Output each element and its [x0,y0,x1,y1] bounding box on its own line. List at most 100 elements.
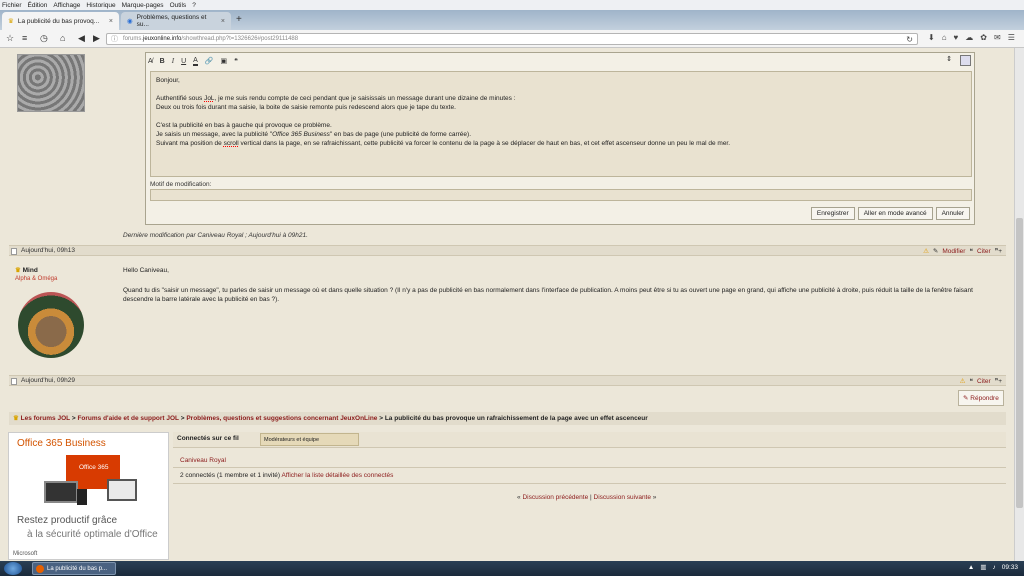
edit-icon: ✎ [932,248,939,255]
reload-icon[interactable]: ↻ [906,34,913,45]
home-icon[interactable]: ⌂ [60,33,65,43]
tablet-image [107,479,137,501]
post-username[interactable]: ♛ Mind [15,266,38,274]
phone-image [77,489,87,505]
message-textarea[interactable]: Bonjour, Authentifié sous JoL, je me sui… [150,71,972,177]
tab-close-icon[interactable]: × [109,18,113,25]
tab-active[interactable]: ♛ La publicité du bas provoq... × [2,12,119,30]
modify-link[interactable]: Modifier [942,248,965,255]
quote-icon[interactable]: ❝ [234,57,238,65]
username-text: Mind [22,267,38,274]
breadcrumb-link[interactable]: Forums d'aide et de support JOL [77,415,178,422]
office365-ad[interactable]: Office 365 Business Office 365 Restez pr… [8,432,169,560]
cancel-button[interactable]: Annuler [935,207,970,220]
report-icon[interactable]: ⚠ [923,247,929,255]
post-date: Aujourd'hui, 09h13 [21,247,76,254]
connected-count: 2 connectés (1 membre et 1 invité) [180,472,281,479]
post-icon [11,248,17,255]
editor-right-tools: ⇕ [946,55,971,66]
last-edit-note: Dernière modification par Caniveau Royal… [123,232,308,239]
ad-title: Office 365 Business [17,438,106,449]
editor-line: C'est la publicité en bas à gauche qui p… [156,122,332,129]
save-button[interactable]: Enregistrer [810,207,855,220]
hamburger-menu-icon[interactable]: ☰ [1008,33,1015,42]
tab-active-title: La publicité du bas provoq... [17,17,100,25]
editor-toolbar: A̸ B I U A 🔗 ▣ ❝ [148,55,238,67]
connected-list-link[interactable]: Afficher la liste détaillée des connecté… [282,472,394,479]
previous-discussion-link[interactable]: Discussion précédente [522,494,588,501]
forward-button[interactable]: ▶ [93,33,100,44]
home-toolbar-icon[interactable]: ⌂ [942,33,947,42]
post-greeting: Hello Caniveau, [123,267,169,274]
user-rank: Alpha & Oméga [15,276,58,282]
image-icon[interactable]: ▣ [221,57,228,65]
connected-title: Connectés sur ce fil [177,435,239,442]
new-tab-button[interactable]: + [236,14,242,25]
tab-inactive[interactable]: ◉ Problèmes, questions et su... × [121,12,231,30]
tray-arrow-icon[interactable]: ▲ [968,564,974,571]
link-icon[interactable]: 🔗 [205,57,214,65]
pocket-icon[interactable]: ♥ [954,33,959,42]
jol-crown-icon: ♛ [13,415,19,422]
advanced-mode-button[interactable]: Aller en mode avancé [857,207,933,220]
multiquote-icon[interactable]: ❞+ [995,247,1002,255]
history-icon[interactable]: ◷ [40,33,48,44]
clock[interactable]: 09:33 [1002,564,1018,571]
next-discussion-link[interactable]: Discussion suivante [594,494,651,501]
post: ♛ Mind Alpha & Oméga Hello Caniveau, Qua… [9,262,1006,378]
underline-icon[interactable]: U [181,58,186,65]
source-mode-icon[interactable] [960,55,971,66]
bookmark-star-icon[interactable]: ☆ [6,33,14,44]
menu-marque-pages[interactable]: Marque-pages [122,2,164,9]
reply-label: Répondre [970,395,999,402]
remove-format-icon[interactable]: A̸ [148,58,153,65]
menu-fichier[interactable]: Fichier [2,2,22,9]
ad-box-label: Office 365 [79,464,109,471]
quote-icon: ❝ [969,248,973,255]
breadcrumb: ♛ Les forums JOL > Forums d'aide et de s… [9,412,1006,425]
user-avatar [18,292,84,358]
url-bar[interactable]: ⓘ forums.jeuxonline.info/showthread.php?… [106,33,918,45]
connected-users-box: Connectés sur ce fil Modérateurs et équi… [173,432,1006,484]
chrome-favicon-icon: ◉ [127,18,133,25]
connected-user[interactable]: Caniveau Royal [173,454,1006,468]
url-prefix: forums. [123,36,144,42]
share-icon[interactable]: ✉ [994,33,1001,42]
volume-icon[interactable]: ♪ [992,564,995,571]
breadcrumb-link[interactable]: Problèmes, questions et suggestions conc… [186,415,377,422]
page-scrollbar[interactable] [1014,48,1024,561]
chat-icon[interactable]: ☁ [965,33,973,42]
addon-icon[interactable]: ✿ [980,33,987,42]
back-button[interactable]: ◀ [78,33,85,44]
bookmarks-list-icon[interactable]: ≡ [22,33,27,43]
menu-outils[interactable]: Outils [170,2,187,9]
menu-affichage[interactable]: Affichage [53,2,80,9]
taskbar-firefox-item[interactable]: La publicité du bas p... [32,562,116,575]
network-icon[interactable]: ▥ [980,563,986,571]
ad-line-2: à la sécurité optimale d'Office [27,529,158,540]
resize-icon[interactable]: ⇕ [946,55,952,66]
page-info-icon[interactable]: ⓘ [111,34,118,45]
quote-link[interactable]: Citer [977,248,991,255]
font-color-icon[interactable]: A [193,57,198,66]
menu-help[interactable]: ? [192,2,196,9]
menu-edition[interactable]: Édition [28,2,48,9]
italic-icon[interactable]: I [172,57,174,65]
editor-line: Authentifié sous JoL, je me suis rendu c… [156,95,516,102]
menu-bar: Fichier Édition Affichage Historique Mar… [0,0,1024,10]
taskbar-item-label: La publicité du bas p... [47,566,108,572]
quote-link[interactable]: Citer [977,378,991,385]
edit-reason-input[interactable] [150,189,972,201]
multiquote-icon[interactable]: ❞+ [995,377,1002,385]
bold-icon[interactable]: B [160,58,165,65]
scrollbar-thumb[interactable] [1016,218,1023,508]
reply-button[interactable]: ✎ Répondre [958,390,1004,406]
editor-buttons: Enregistrer Aller en mode avancé Annuler [810,207,970,220]
tab-close-icon[interactable]: × [221,18,225,25]
start-button[interactable] [4,562,22,575]
breadcrumb-link[interactable]: Les forums JOL [21,415,70,422]
download-icon[interactable]: ⬇ [928,33,935,42]
menu-historique[interactable]: Historique [86,2,115,9]
connected-summary: 2 connectés (1 membre et 1 invité) Affic… [173,468,1006,484]
report-icon[interactable]: ⚠ [960,377,966,385]
